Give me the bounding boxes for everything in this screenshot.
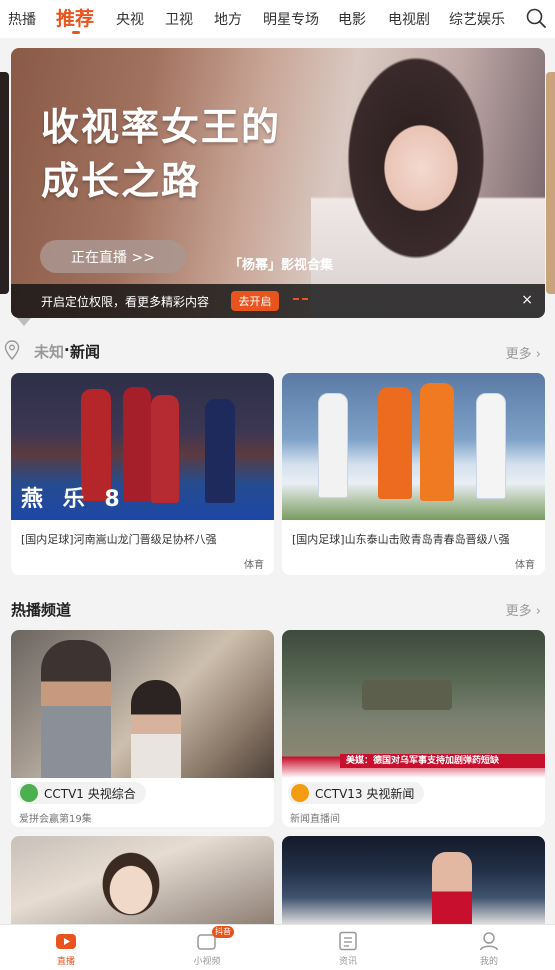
news-card[interactable]: [国内足球]山东泰山击败青岛青春岛晋级八强 体育: [282, 373, 545, 575]
channel-section-header: 热播频道 更多 ›: [11, 597, 545, 621]
permission-message: 开启定位权限，看更多精彩内容: [41, 295, 210, 309]
bottom-tab-label: 直播: [56, 957, 75, 967]
tab-tv-series[interactable]: 电视剧: [388, 9, 430, 29]
tab-recommend[interactable]: 推荐: [56, 4, 94, 31]
channel-card[interactable]: CCTV1 央视综合 爱拼会赢第19集: [11, 630, 274, 827]
stadium-banner-text: 燕 乐 8: [21, 487, 126, 512]
channel-name: CCTV1 央视综合: [44, 786, 136, 801]
program-name: 新闻直播间: [290, 814, 340, 825]
tab-hot[interactable]: 热播: [8, 9, 36, 29]
bottom-tab-live[interactable]: 直播: [36, 931, 96, 967]
search-icon[interactable]: [525, 7, 547, 29]
tab-local[interactable]: 地方: [214, 9, 242, 29]
news-caption: [国内足球]河南嵩山龙门晋级足协杯八强: [21, 533, 217, 546]
banner-headline: 收视率女王的 成长之路: [41, 100, 281, 208]
banner-collection-label: 「杨幂」影视合集: [229, 258, 334, 273]
active-tab-indicator: [72, 31, 80, 34]
channel-card[interactable]: 美媒：德国对乌军事支持加剧弹药短缺 CCTV13 央视新闻 新闻直播间: [282, 630, 545, 827]
cctv13-logo-icon: [291, 784, 309, 802]
channel-card[interactable]: [11, 836, 274, 924]
banner-portrait-image: [311, 48, 545, 318]
banner-pointer-arrow: [17, 318, 31, 326]
bottom-tab-label: 我的: [479, 957, 498, 967]
cctv1-logo-icon: [20, 784, 38, 802]
tab-cctv[interactable]: 央视: [116, 9, 144, 29]
douyin-badge: 抖音: [212, 926, 234, 938]
news-document-icon: [339, 931, 357, 951]
news-more-link[interactable]: 更多 ›: [506, 343, 541, 362]
carousel-next-peek[interactable]: [546, 72, 555, 294]
tab-satellite[interactable]: 卫视: [165, 9, 193, 29]
channel-thumbnail: [282, 836, 545, 924]
banner-headline-line2: 成长之路: [41, 159, 202, 203]
bottom-tab-bar: 直播 抖音 小视频 资讯 我的: [0, 924, 555, 970]
tab-movies[interactable]: 电影: [338, 9, 366, 29]
user-icon: [479, 932, 499, 951]
news-ticker: 美媒：德国对乌军事支持加剧弹药短缺: [340, 754, 545, 768]
banner-headline-line1: 收视率女王的: [41, 105, 282, 149]
carousel-indicator: [293, 298, 308, 300]
channel-name: CCTV13 央视新闻: [315, 786, 415, 801]
news-category-tag: 体育: [244, 560, 264, 571]
channel-thumbnail: [11, 836, 274, 924]
program-name: 爱拼会赢第19集: [19, 814, 92, 825]
news-card[interactable]: 燕 乐 8 [国内足球]河南嵩山龙门晋级足协杯八强 体育: [11, 373, 274, 575]
channel-thumbnail: 美媒：德国对乌军事支持加剧弹药短缺: [282, 630, 545, 778]
bottom-tab-label: 资讯: [338, 957, 357, 967]
bottom-tab-profile[interactable]: 我的: [459, 931, 519, 967]
bottom-tab-news[interactable]: 资讯: [318, 931, 378, 967]
tv-play-icon: [56, 934, 76, 949]
channel-pill: CCTV1 央视综合: [17, 782, 146, 804]
channel-thumbnail: [11, 630, 274, 778]
tab-star-special[interactable]: 明星专场: [263, 9, 319, 29]
live-now-button[interactable]: 正在直播 >>: [40, 240, 186, 273]
channel-card[interactable]: [282, 836, 545, 924]
channel-more-link[interactable]: 更多 ›: [506, 600, 541, 619]
enable-location-button[interactable]: 去开启: [231, 291, 279, 311]
news-category-tag: 体育: [515, 560, 535, 571]
channel-pill: CCTV13 央视新闻: [288, 782, 425, 804]
bottom-tab-short-video[interactable]: 抖音 小视频: [177, 926, 237, 967]
carousel-prev-peek[interactable]: [0, 72, 9, 294]
channel-section-title: 热播频道: [11, 601, 72, 619]
location-permission-bar: 开启定位权限，看更多精彩内容 去开启 ×: [11, 284, 545, 318]
close-icon[interactable]: ×: [521, 292, 533, 308]
news-thumbnail: [282, 373, 545, 520]
tab-variety[interactable]: 综艺娱乐: [449, 9, 505, 29]
news-section-header: 更多 ›: [11, 340, 545, 364]
news-thumbnail: 燕 乐 8: [11, 373, 274, 520]
news-caption: [国内足球]山东泰山击败青岛青春岛晋级八强: [292, 533, 510, 546]
top-channel-nav: 热播 推荐 央视 卫视 地方 明星专场 电影 电视剧 综艺娱乐: [0, 0, 555, 38]
hero-banner[interactable]: 收视率女王的 成长之路 正在直播 >> 「杨幂」影视合集 开启定位权限，看更多精…: [11, 48, 545, 318]
bottom-tab-label: 小视频: [193, 957, 221, 967]
